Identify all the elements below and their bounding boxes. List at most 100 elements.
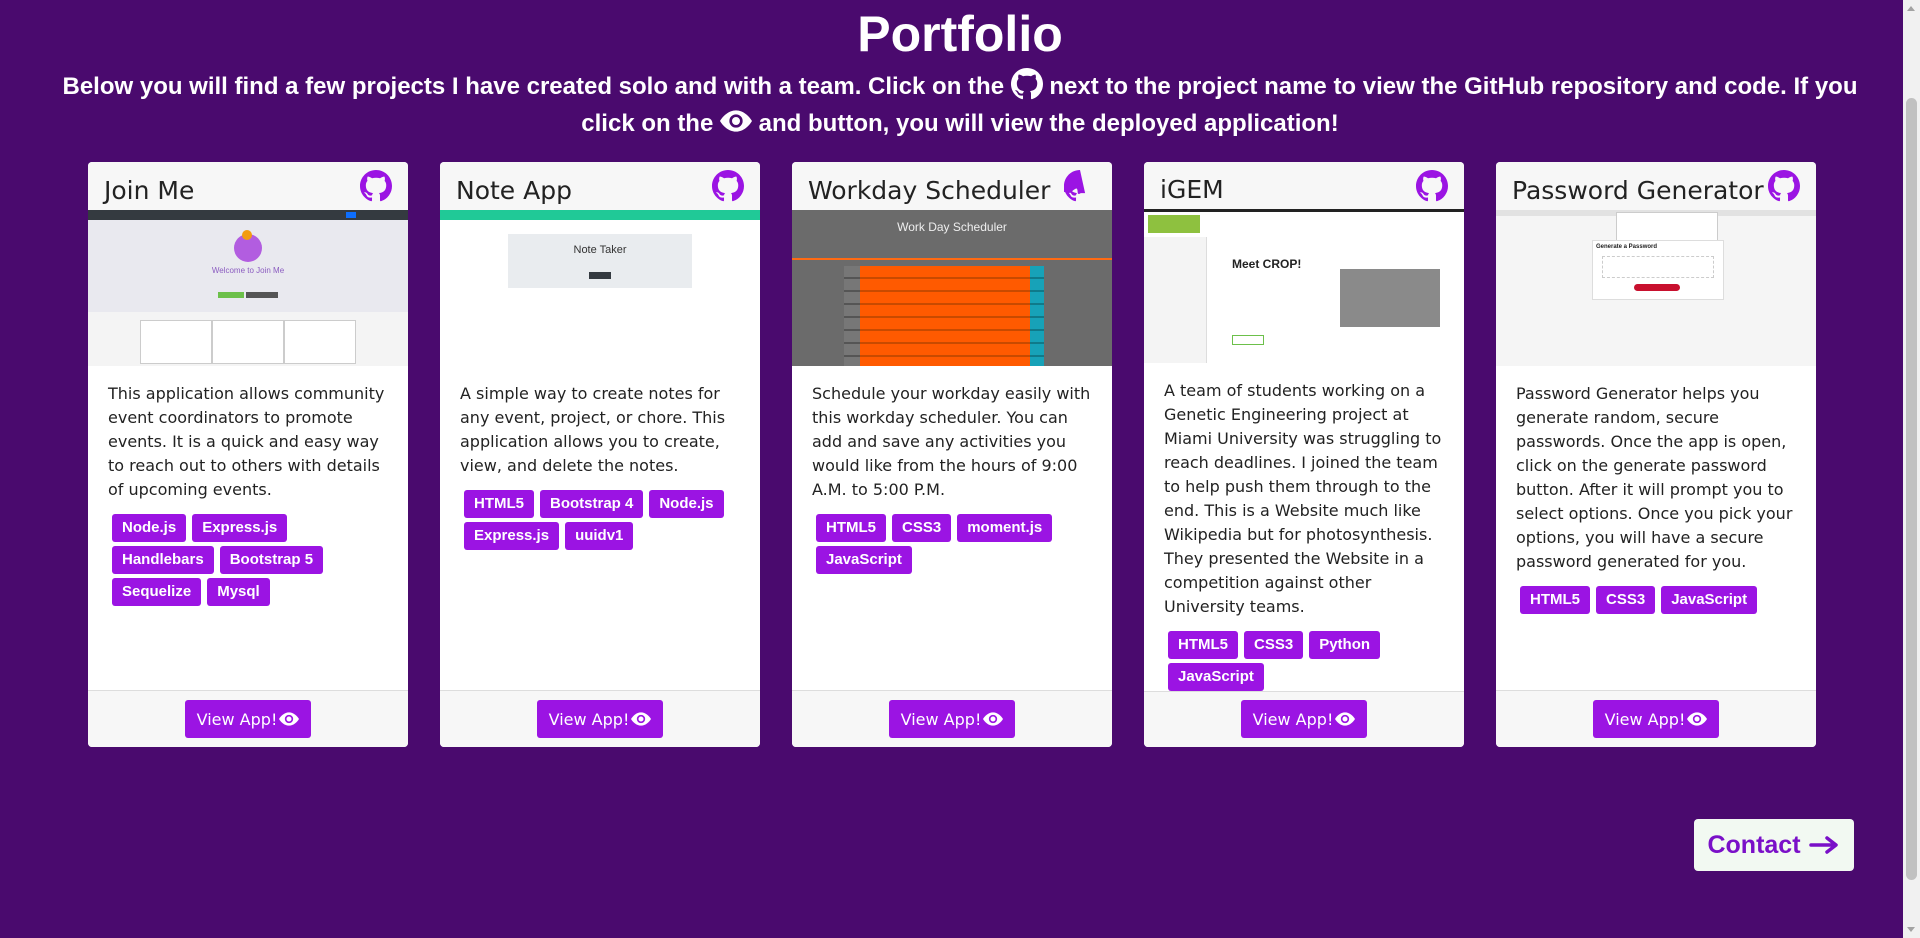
card-footer: View App! [440,690,760,747]
scroll-up-arrow-icon[interactable] [1907,6,1915,11]
eye-icon [1335,712,1356,727]
view-app-label: View App! [1604,709,1686,729]
card-footer: View App! [1496,690,1816,747]
tech-tag: Express.js [464,522,560,550]
project-screenshot: Welcome to Join Me [88,210,408,366]
intro-text: Below you will find a few projects I hav… [40,68,1880,142]
project-screenshot: Note Taker [440,210,760,366]
project-card-workday-scheduler: Workday Scheduler Work Day Scheduler Sch… [792,162,1112,747]
tech-tags: HTML5 CSS3 moment.js JavaScript [812,514,1092,574]
github-icon[interactable] [1768,170,1800,202]
card-header: Join Me [88,162,408,210]
contact-button[interactable]: Contact [1694,819,1854,871]
project-description: A simple way to create notes for any eve… [460,384,726,475]
contact-label: Contact [1707,830,1801,859]
project-screenshot: Work Day Scheduler [792,210,1112,366]
tech-tag: HTML5 [1520,586,1590,614]
intro-part-3: and button, you will view the deployed a… [758,110,1339,137]
eye-icon [1687,712,1708,726]
card-footer: View App! [88,690,408,747]
intro-part-1: Below you will find a few projects I hav… [62,73,1005,100]
card-header: Note App [440,162,760,210]
project-title: Password Generator [1512,175,1764,205]
tech-tag: JavaScript [816,546,912,574]
project-card-note-app: Note App Note Taker A simple way to crea… [440,162,760,747]
project-description: Password Generator helps you generate ra… [1516,384,1793,571]
portfolio-page: Portfolio Below you will find a few proj… [0,0,1920,938]
tech-tag: JavaScript [1661,586,1758,614]
vertical-scrollbar[interactable] [1903,0,1920,938]
tech-tag: Sequelize [112,578,202,606]
view-app-label: View App! [548,709,630,729]
card-body: This application allows community event … [88,366,408,690]
project-description: Schedule your workday easily with this w… [812,384,1091,499]
card-footer: View App! [1144,690,1464,747]
view-app-label: View App! [900,709,982,729]
tech-tag: HTML5 [1168,630,1238,659]
github-icon [1010,68,1043,100]
card-body: Schedule your workday easily with this w… [792,366,1112,690]
scroll-down-arrow-icon[interactable] [1907,927,1915,932]
github-icon[interactable] [1416,169,1448,202]
view-app-label: View App! [1252,709,1334,729]
card-header: Workday Scheduler [792,162,1112,210]
arrow-right-icon [1808,836,1838,854]
tech-tag: Node.js [649,490,724,518]
view-app-button[interactable]: View App! [184,700,312,738]
project-card-igem: iGEM Meet CROP! A team of students worki… [1144,162,1464,747]
tech-tags: Node.js Express.js Handlebars Bootstrap … [108,514,388,606]
tech-tag: Bootstrap 5 [219,546,324,574]
github-icon[interactable] [1064,170,1096,202]
github-icon[interactable] [360,170,392,202]
tech-tag: JavaScript [1168,662,1264,691]
tech-tag: Mysql [207,578,270,606]
tech-tag: moment.js [957,514,1053,542]
tech-tag: uuidv1 [565,522,634,550]
screenshot-caption: Welcome to Join Me [211,266,285,275]
card-body: A team of students working on a Genetic … [1144,363,1464,691]
tech-tag: Express.js [192,514,288,542]
project-screenshot: Meet CROP! [1144,209,1464,363]
screenshot-caption: Work Day Scheduler [897,220,1007,234]
view-app-button[interactable]: View App! [536,700,664,738]
screenshot-caption: Meet CROP! [1232,257,1302,272]
tech-tag: HTML5 [464,490,534,518]
eye-icon [720,110,752,132]
github-icon[interactable] [712,170,744,202]
project-title: iGEM [1160,175,1224,205]
project-description: This application allows community event … [108,384,385,499]
tech-tag: CSS3 [1596,586,1656,614]
project-title: Workday Scheduler [808,175,1051,205]
tech-tag: Node.js [112,514,187,542]
screenshot-caption: Note Taker [573,244,627,256]
project-screenshot: Generate a Password [1496,210,1816,366]
tech-tags: HTML5 Bootstrap 4 Node.js Express.js uui… [460,490,740,550]
card-footer: View App! [792,690,1112,747]
card-body: Password Generator helps you generate ra… [1496,366,1816,690]
tech-tag: CSS3 [1244,630,1304,659]
tech-tag: Bootstrap 4 [540,490,644,518]
tech-tag: CSS3 [892,514,952,542]
eye-icon [631,712,652,726]
view-app-label: View App! [196,709,278,729]
page-title: Portfolio [857,6,1063,62]
card-header: iGEM [1144,162,1464,210]
view-app-button[interactable]: View App! [1592,700,1720,738]
eye-icon [983,712,1004,726]
project-description: A team of students working on a Genetic … [1164,380,1442,616]
tech-tag: Python [1309,630,1381,659]
scrollbar-thumb[interactable] [1906,98,1917,880]
card-body: A simple way to create notes for any eve… [440,366,760,690]
tech-tags: HTML5 CSS3 Python JavaScript [1164,630,1444,691]
tech-tag: Handlebars [112,546,214,574]
card-header: Password Generator [1496,162,1816,210]
tech-tag: HTML5 [816,514,886,542]
tech-tags: HTML5 CSS3 JavaScript [1516,586,1796,614]
project-cards: Join Me Welcome to Join Me This applicat… [88,162,1816,747]
screenshot-caption: Generate a Password [1596,244,1658,250]
project-title: Join Me [104,175,195,205]
project-card-password-generator: Password Generator Generate a Password P… [1496,162,1816,747]
eye-icon [279,712,300,726]
view-app-button[interactable]: View App! [888,700,1016,738]
view-app-button[interactable]: View App! [1240,700,1368,739]
